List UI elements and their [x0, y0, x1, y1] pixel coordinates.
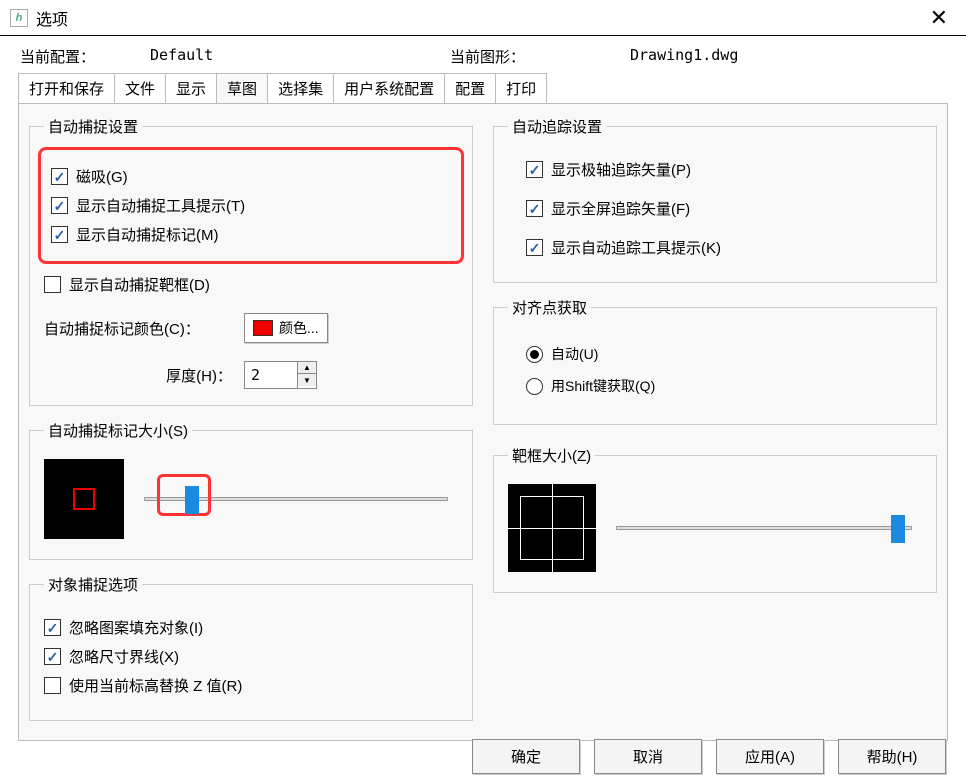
autosnap-tooltip-label: 显示自动捕捉工具提示(T): [76, 195, 245, 216]
aperture-size-group: 靶框大小(Z): [493, 445, 937, 593]
polar-track-label: 显示极轴追踪矢量(P): [551, 159, 691, 180]
alignment-shift-label: 用Shift键获取(Q): [551, 376, 655, 396]
magnet-checkbox[interactable]: [51, 168, 68, 185]
autotrack-legend: 自动追踪设置: [508, 116, 606, 137]
osnap-options-group: 对象捕捉选项 忽略图案填充对象(I) 忽略尺寸界线(X) 使用当前标高替换 Z …: [29, 574, 473, 721]
marker-size-slider[interactable]: [144, 497, 448, 501]
current-profile-label: 当前配置：: [20, 46, 150, 67]
alignment-shift-radio[interactable]: [526, 378, 543, 395]
app-icon: h: [10, 9, 28, 27]
aperture-size-legend: 靶框大小(Z): [508, 445, 595, 466]
thickness-label: 厚度(H)：: [44, 365, 244, 386]
autotrack-settings-group: 自动追踪设置 显示极轴追踪矢量(P) 显示全屏追踪矢量(F) 显示自动追踪工具提…: [493, 116, 937, 283]
dialog-button-bar: 确定 取消 应用(A) 帮助(H): [472, 739, 946, 774]
autosnap-marker-checkbox[interactable]: [51, 226, 68, 243]
ignore-dim-label: 忽略尺寸界线(X): [69, 646, 179, 667]
tab-open-save[interactable]: 打开和保存: [18, 73, 115, 103]
aperture-box-label: 显示自动捕捉靶框(D): [69, 274, 210, 295]
current-drawing-value: Drawing1.dwg: [630, 46, 738, 67]
marker-color-button[interactable]: 颜色...: [244, 313, 328, 343]
fullscreen-track-checkbox[interactable]: [526, 200, 543, 217]
help-button[interactable]: 帮助(H): [838, 739, 946, 774]
aperture-box-checkbox[interactable]: [44, 276, 61, 293]
marker-slider-thumb[interactable]: [185, 486, 199, 514]
tab-display[interactable]: 显示: [165, 73, 217, 103]
tab-plot[interactable]: 打印: [495, 73, 547, 103]
tab-drafting[interactable]: 草图: [216, 73, 268, 103]
tab-selection[interactable]: 选择集: [267, 73, 334, 103]
autosnap-settings-group: 自动捕捉设置 磁吸(G) 显示自动捕捉工具提示(T) 显示自动捕捉标记(M) 显…: [29, 116, 473, 406]
marker-size-group: 自动捕捉标记大小(S): [29, 420, 473, 560]
alignment-legend: 对齐点获取: [508, 297, 591, 318]
current-profile-value: Default: [150, 46, 450, 67]
replace-z-label: 使用当前标高替换 Z 值(R): [69, 675, 242, 696]
ok-button[interactable]: 确定: [472, 739, 580, 774]
ignore-hatch-label: 忽略图案填充对象(I): [69, 617, 203, 638]
cancel-button[interactable]: 取消: [594, 739, 702, 774]
spinner-down-icon[interactable]: ▼: [298, 374, 316, 386]
alignment-point-group: 对齐点获取 自动(U) 用Shift键获取(Q): [493, 297, 937, 425]
osnap-options-legend: 对象捕捉选项: [44, 574, 142, 595]
marker-preview: [44, 459, 124, 539]
aperture-size-slider[interactable]: [616, 526, 912, 530]
window-title: 选项: [36, 6, 68, 30]
aperture-slider-thumb[interactable]: [891, 515, 905, 543]
autosnap-legend: 自动捕捉设置: [44, 116, 142, 137]
marker-preview-icon: [73, 488, 95, 510]
aperture-preview-icon: [520, 496, 584, 560]
tab-bar: 打开和保存 文件 显示 草图 选择集 用户系统配置 配置 打印: [0, 73, 966, 103]
current-drawing-label: 当前图形：: [450, 46, 630, 67]
spinner-up-icon[interactable]: ▲: [298, 362, 316, 374]
alignment-auto-label: 自动(U): [551, 344, 598, 364]
autotrack-tooltip-checkbox[interactable]: [526, 239, 543, 256]
thickness-input[interactable]: [245, 362, 297, 388]
ignore-dim-checkbox[interactable]: [44, 648, 61, 665]
tab-profiles[interactable]: 配置: [444, 73, 496, 103]
polar-track-checkbox[interactable]: [526, 161, 543, 178]
replace-z-checkbox[interactable]: [44, 677, 61, 694]
autosnap-marker-label: 显示自动捕捉标记(M): [76, 224, 219, 245]
ignore-hatch-checkbox[interactable]: [44, 619, 61, 636]
marker-color-label: 自动捕捉标记颜色(C)：: [44, 318, 244, 339]
marker-size-legend: 自动捕捉标记大小(S): [44, 420, 192, 441]
autotrack-tooltip-label: 显示自动追踪工具提示(K): [551, 237, 721, 258]
magnet-label: 磁吸(G): [76, 166, 128, 187]
tab-files[interactable]: 文件: [114, 73, 166, 103]
config-info-row: 当前配置： Default 当前图形： Drawing1.dwg: [0, 36, 966, 73]
tab-user-prefs[interactable]: 用户系统配置: [333, 73, 445, 103]
color-swatch-icon: [253, 320, 273, 336]
autosnap-tooltip-checkbox[interactable]: [51, 197, 68, 214]
tab-content: 自动捕捉设置 磁吸(G) 显示自动捕捉工具提示(T) 显示自动捕捉标记(M) 显…: [18, 103, 948, 741]
highlight-annotation: 磁吸(G) 显示自动捕捉工具提示(T) 显示自动捕捉标记(M): [38, 147, 464, 264]
fullscreen-track-label: 显示全屏追踪矢量(F): [551, 198, 690, 219]
apply-button[interactable]: 应用(A): [716, 739, 824, 774]
title-bar: h 选项 ✕: [0, 0, 966, 36]
close-icon[interactable]: ✕: [922, 5, 956, 31]
slider-highlight-annotation: [157, 474, 211, 516]
alignment-auto-radio[interactable]: [526, 346, 543, 363]
color-button-text: 颜色...: [279, 318, 319, 338]
thickness-spinner[interactable]: ▲ ▼: [244, 361, 317, 389]
aperture-preview: [508, 484, 596, 572]
